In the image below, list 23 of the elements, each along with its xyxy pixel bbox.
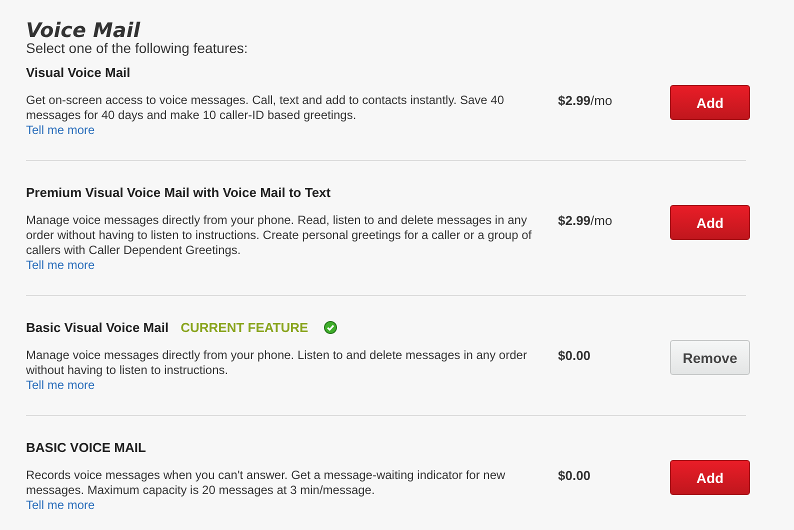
add-button[interactable]: Add bbox=[670, 205, 750, 240]
feature-title: Premium Visual Voice Mail with Voice Mail to Text bbox=[26, 184, 331, 200]
tell-me-more-link[interactable]: Tell me more bbox=[26, 123, 95, 138]
price: $0.00 bbox=[557, 348, 592, 363]
page-heading: Voice Mail bbox=[26, 20, 142, 40]
current-feature-label: CURRENT FEATURE bbox=[180, 320, 308, 334]
tell-me-more-link[interactable]: Tell me more bbox=[26, 498, 95, 513]
price: $2.99/mo bbox=[557, 93, 614, 108]
feature-title: Basic Visual Voice Mail bbox=[26, 320, 169, 334]
feature-description: Manage voice messages directly from your phone. Read, listen to and delete messages in any order without having to listen to instructions. Create personal greetings for a caller or a group of callers with Caller Dependent Greetings. bbox=[26, 213, 533, 258]
feature-description: Get on-screen access to voice messages. Call, text and add to contacts instantly. Save 40 messages for 40 days and make 10 caller-ID based greetings. bbox=[26, 93, 506, 123]
feature-description: Records voice messages when you can't answer. Get a message-waiting indicator for new messages. Maximum capacity is 20 messages at 3 min/message. bbox=[26, 468, 506, 498]
instruction-text: Select one of the following features: bbox=[26, 40, 249, 56]
feature-title: BASIC VOICE MAIL bbox=[26, 440, 146, 454]
price: $0.00 bbox=[557, 468, 592, 483]
tell-me-more-link[interactable]: Tell me more bbox=[26, 378, 95, 393]
remove-button[interactable]: Remove bbox=[670, 340, 750, 375]
price: $2.99/mo bbox=[557, 213, 614, 228]
feature-title: Visual Voice Mail bbox=[26, 64, 130, 80]
add-button[interactable]: Add bbox=[670, 85, 750, 120]
tell-me-more-link[interactable]: Tell me more bbox=[26, 258, 95, 273]
feature-description: Manage voice messages directly from your phone. Listen to and delete messages in any order without having to listen to instructions. bbox=[26, 348, 528, 378]
add-button[interactable]: Add bbox=[670, 460, 750, 495]
